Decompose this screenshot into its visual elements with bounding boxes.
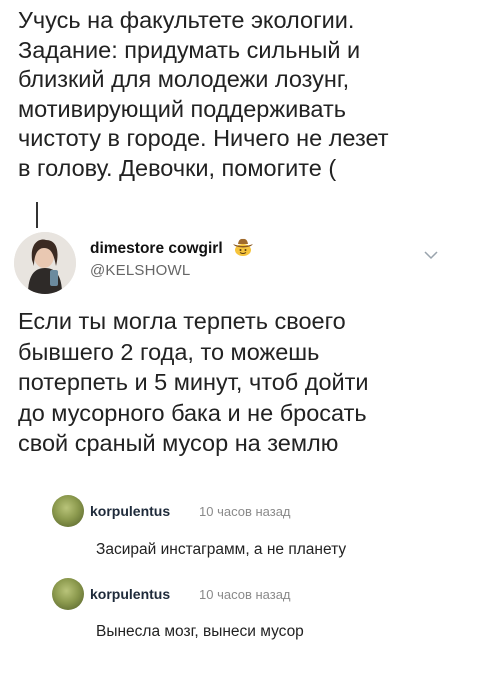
commenter-avatar[interactable] xyxy=(52,578,84,610)
cowboy-hat-icon xyxy=(232,238,254,261)
post-line: в голову. Девочки, помогите ( xyxy=(18,154,337,181)
comment-timestamp: 10 часов назад xyxy=(199,504,291,519)
post-line: Учусь на факультете экологии. xyxy=(18,7,355,33)
post-line: Задание: придумать сильный и xyxy=(18,36,361,63)
avatar[interactable] xyxy=(14,232,76,294)
comment-text: Вынесла мозг, вынеси мусор xyxy=(96,623,304,640)
tweet-line: бывшего 2 года, то можешь xyxy=(18,338,320,365)
tweet-line: свой сраный мусор на землю xyxy=(18,430,339,456)
commenter-avatar[interactable] xyxy=(52,495,84,527)
commenter-name[interactable]: korpulentus xyxy=(90,503,170,519)
thread-connector xyxy=(36,202,38,228)
tweet-line: до мусорного бака и не бросать xyxy=(18,399,367,426)
chevron-down-icon[interactable] xyxy=(424,250,438,260)
post-line: близкий для молодежи лозунг, xyxy=(18,66,350,92)
comment-header: korpulentus 10 часов назад xyxy=(52,578,462,612)
tweet-header: dimestore cowgirl @KELSHOWL xyxy=(14,232,464,294)
comment-header: korpulentus 10 часов назад xyxy=(52,495,462,529)
post-line: чистоту в городе. Ничего не лезет xyxy=(18,125,389,151)
post-line: мотивирующий поддерживать xyxy=(18,95,346,122)
tweet-line: Если ты могла терпеть своего xyxy=(18,308,346,334)
display-name-text: dimestore cowgirl xyxy=(90,240,223,257)
comment-text: Засирай инстаграмм, а не планету xyxy=(96,541,347,558)
comment-timestamp: 10 часов назад xyxy=(199,587,291,602)
post-text: Учусь на факультете экологии. Задание: п… xyxy=(18,6,468,183)
user-handle[interactable]: @KELSHOWL xyxy=(90,262,190,279)
tweet-text: Если ты могла терпеть своего бывшего 2 г… xyxy=(18,306,468,459)
commenter-name[interactable]: korpulentus xyxy=(90,586,170,602)
display-name[interactable]: dimestore cowgirl xyxy=(90,238,254,261)
tweet-line: потерпеть и 5 минут, чтоб дойти xyxy=(18,369,369,395)
